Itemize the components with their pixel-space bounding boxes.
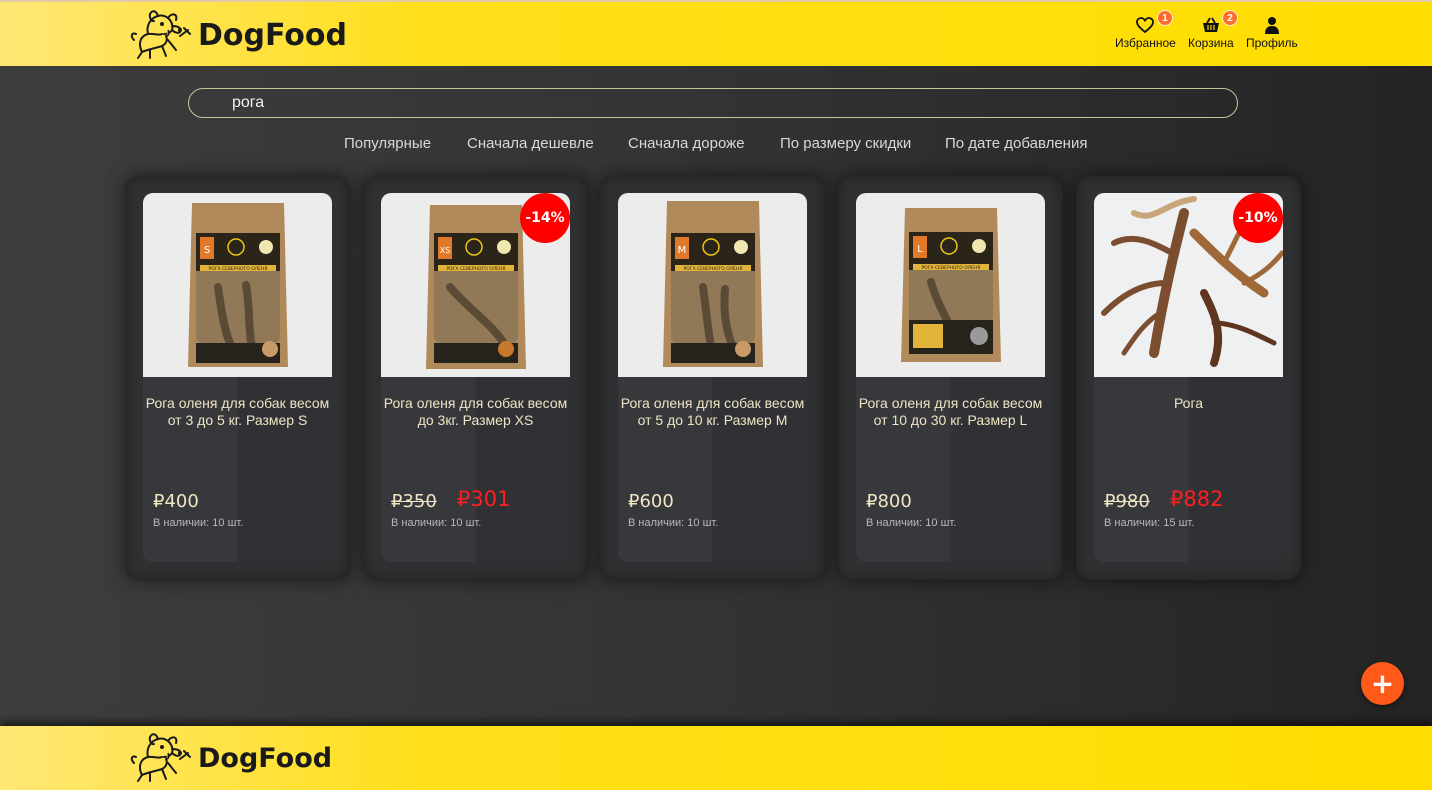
- antler-pack-image: S РОГА СЕВЕРНОГО ОЛЕНЯ: [187, 203, 288, 367]
- discount-badge: -10%: [1233, 193, 1283, 243]
- product-stock: В наличии: 10 шт.: [866, 517, 957, 529]
- search-input[interactable]: [188, 88, 1238, 118]
- product-stock: В наличии: 10 шт.: [391, 517, 482, 529]
- package-label: РОГА СЕВЕРНОГО ОЛЕНЯ: [208, 266, 267, 272]
- antler-pack-image: M РОГА СЕВЕРНОГО ОЛЕНЯ: [662, 201, 763, 367]
- product-card-body[interactable]: S РОГА СЕВЕРНОГО ОЛЕНЯ Рога оленя для со…: [143, 193, 332, 562]
- heart-icon: [1136, 17, 1155, 34]
- footer-logo[interactable]: DogFood: [128, 729, 332, 787]
- product-image[interactable]: M РОГА СЕВЕРНОГО ОЛЕНЯ: [618, 193, 807, 377]
- product-stock: В наличии: 10 шт.: [628, 517, 719, 529]
- size-letter: S: [203, 245, 209, 256]
- logo[interactable]: DogFood: [128, 6, 347, 64]
- product-title[interactable]: Рога оленя для собак весом от 5 до 10 кг…: [618, 395, 807, 429]
- product-stock: В наличии: 15 шт.: [1104, 517, 1195, 529]
- product-card[interactable]: XS РОГА СЕВЕРНОГО ОЛЕНЯ -14% Рога оленя …: [363, 176, 588, 580]
- site-footer: DogFood: [0, 726, 1432, 790]
- discount-badge: -14%: [520, 193, 570, 243]
- brand-name: DogFood: [198, 17, 347, 53]
- basket-icon: [1202, 17, 1219, 32]
- add-product-button[interactable]: +: [1361, 662, 1404, 705]
- nav-profile[interactable]: Профиль: [1246, 16, 1298, 50]
- nav-favorites[interactable]: 1 Избранное: [1115, 10, 1176, 50]
- product-card-body[interactable]: L РОГА СЕВЕРНОГО ОЛЕНЯ Рога оленя для со…: [856, 193, 1045, 562]
- cart-label: Корзина: [1188, 36, 1234, 50]
- product-image[interactable]: L РОГА СЕВЕРНОГО ОЛЕНЯ: [856, 193, 1045, 377]
- product-card-body[interactable]: -10% Рога ₽980 ₽882 В наличии: 15 шт.: [1094, 193, 1283, 562]
- product-image[interactable]: S РОГА СЕВЕРНОГО ОЛЕНЯ: [143, 193, 332, 377]
- product-card[interactable]: S РОГА СЕВЕРНОГО ОЛЕНЯ Рога оленя для со…: [125, 176, 350, 580]
- site-header: DogFood 1 Избранное 2 Корзина Профиль: [0, 0, 1432, 66]
- product-old-price: ₽980: [1104, 491, 1150, 512]
- package-label: РОГА СЕВЕРНОГО ОЛЕНЯ: [921, 265, 980, 271]
- package-label: РОГА СЕВЕРНОГО ОЛЕНЯ: [446, 266, 505, 272]
- favorites-count-badge: 1: [1157, 10, 1173, 26]
- product-card[interactable]: M РОГА СЕВЕРНОГО ОЛЕНЯ Рога оленя для со…: [600, 176, 825, 580]
- user-icon: [1264, 17, 1279, 34]
- dog-logo-icon: [130, 733, 191, 782]
- sort-cheaper-first[interactable]: Сначала дешевле: [467, 135, 594, 152]
- product-price: ₽800: [866, 491, 912, 512]
- product-title[interactable]: Рога оленя для собак весом до 3кг. Разме…: [381, 395, 570, 429]
- sort-by-discount[interactable]: По размеру скидки: [780, 135, 911, 152]
- footer-brand-name: DogFood: [198, 742, 333, 774]
- favorites-label: Избранное: [1115, 36, 1176, 50]
- antler-pack-image: L РОГА СЕВЕРНОГО ОЛЕНЯ: [900, 208, 1001, 362]
- product-price: ₽882: [1170, 487, 1224, 511]
- profile-label: Профиль: [1246, 36, 1298, 50]
- product-title[interactable]: Рога: [1094, 395, 1283, 412]
- product-stock: В наличии: 10 шт.: [153, 517, 244, 529]
- size-letter: M: [677, 245, 686, 256]
- size-letter: L: [917, 244, 923, 255]
- sort-expensive-first[interactable]: Сначала дороже: [628, 135, 745, 152]
- product-title[interactable]: Рога оленя для собак весом от 3 до 5 кг.…: [143, 395, 332, 429]
- cart-count-badge: 2: [1222, 10, 1238, 26]
- size-letter: XS: [439, 246, 450, 255]
- sort-bar: Популярные Сначала дешевле Сначала дорож…: [0, 135, 1432, 153]
- antler-pack-image: XS РОГА СЕВЕРНОГО ОЛЕНЯ: [425, 205, 526, 369]
- product-card[interactable]: L РОГА СЕВЕРНОГО ОЛЕНЯ Рога оленя для со…: [838, 176, 1063, 580]
- product-price: ₽400: [153, 491, 199, 512]
- product-card-body[interactable]: XS РОГА СЕВЕРНОГО ОЛЕНЯ -14% Рога оленя …: [381, 193, 570, 562]
- package-label: РОГА СЕВЕРНОГО ОЛЕНЯ: [683, 266, 742, 272]
- product-price: ₽600: [628, 491, 674, 512]
- product-price: ₽301: [457, 487, 511, 511]
- product-old-price: ₽350: [391, 491, 437, 512]
- product-title[interactable]: Рога оленя для собак весом от 10 до 30 к…: [856, 395, 1045, 429]
- sort-by-date[interactable]: По дате добавления: [945, 135, 1087, 152]
- product-card[interactable]: -10% Рога ₽980 ₽882 В наличии: 15 шт.: [1076, 176, 1301, 580]
- nav-cart[interactable]: 2 Корзина: [1188, 10, 1238, 50]
- sort-popular[interactable]: Популярные: [344, 135, 431, 152]
- product-card-body[interactable]: M РОГА СЕВЕРНОГО ОЛЕНЯ Рога оленя для со…: [618, 193, 807, 562]
- dog-logo-icon: [130, 10, 191, 59]
